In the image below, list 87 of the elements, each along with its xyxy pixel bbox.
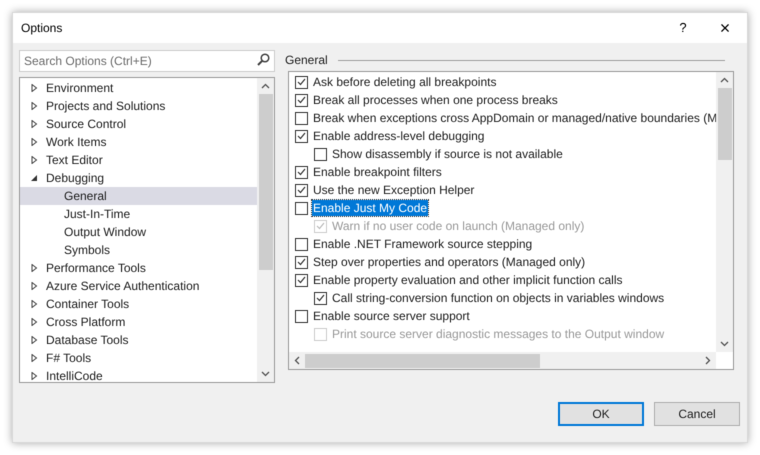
option-label: Enable source server support <box>312 308 471 324</box>
scroll-left-icon[interactable] <box>294 356 300 365</box>
scroll-down-icon[interactable] <box>720 341 729 347</box>
option-label: Break all processes when one process breaks <box>312 92 559 108</box>
scroll-down-icon[interactable] <box>261 371 270 377</box>
tree-item[interactable]: Cross Platform <box>20 313 257 331</box>
option-label: Show disassembly if source is not available <box>331 146 564 162</box>
checkbox[interactable] <box>295 274 308 286</box>
collapsed-arrow-icon[interactable] <box>30 264 38 272</box>
checkbox[interactable] <box>295 76 308 88</box>
checkbox[interactable] <box>295 166 308 178</box>
checkbox[interactable] <box>295 310 308 322</box>
collapsed-arrow-icon[interactable] <box>30 120 38 128</box>
option-label: Enable property evaluation and other implicit function calls <box>312 272 624 288</box>
checkmark-icon <box>297 78 306 86</box>
checkmark-icon <box>316 222 325 230</box>
checkmark-icon <box>297 168 306 176</box>
ok-button[interactable]: OK <box>558 402 644 426</box>
scrollbar-thumb[interactable] <box>718 88 732 160</box>
checkbox[interactable] <box>295 238 308 250</box>
collapsed-arrow-icon[interactable] <box>30 138 38 146</box>
checkbox[interactable] <box>295 184 308 196</box>
scroll-up-icon[interactable] <box>720 77 729 83</box>
horizontal-scrollbar[interactable] <box>289 352 716 369</box>
tree-item[interactable]: Container Tools <box>20 295 257 313</box>
option-label: Enable .NET Framework source stepping <box>312 236 534 252</box>
tree-item[interactable]: Text Editor <box>20 151 257 169</box>
tree-item[interactable]: General <box>20 187 257 205</box>
checkbox[interactable] <box>295 112 308 124</box>
collapsed-arrow-icon[interactable] <box>30 354 38 362</box>
tree-item[interactable]: Database Tools <box>20 331 257 349</box>
option-label: Call string-conversion function on objects in variables windows <box>331 290 666 306</box>
checkmark-icon <box>297 96 306 104</box>
checkmark-icon <box>297 132 306 140</box>
checkbox[interactable] <box>314 148 327 160</box>
option-label: Step over properties and operators (Managed only) <box>312 254 586 270</box>
tree-item[interactable]: Debugging <box>20 169 257 187</box>
search-field[interactable]: Search Options (Ctrl+E) <box>19 50 275 72</box>
option-label: Enable Just My Code <box>312 200 428 216</box>
tree-item[interactable]: Work Items <box>20 133 257 151</box>
checkbox[interactable] <box>295 202 308 214</box>
help-button[interactable]: ? <box>663 13 703 43</box>
close-button[interactable]: × <box>703 13 747 43</box>
checkbox[interactable] <box>295 130 308 142</box>
checkbox[interactable] <box>295 94 308 106</box>
tree-item[interactable]: IntelliCode <box>20 367 257 382</box>
checkbox[interactable] <box>295 256 308 268</box>
option-label: Warn if no user code on launch (Managed only) <box>331 218 586 234</box>
scroll-right-icon[interactable] <box>705 356 711 365</box>
option-label: Enable breakpoint filters <box>312 164 443 180</box>
tree-item[interactable]: Performance Tools <box>20 259 257 277</box>
checkmark-icon <box>297 186 306 194</box>
option-label: Ask before deleting all breakpoints <box>312 74 498 90</box>
tree-item[interactable]: Projects and Solutions <box>20 97 257 115</box>
tree-item[interactable]: Just-In-Time <box>20 205 257 223</box>
tree-item[interactable]: Azure Service Authentication <box>20 277 257 295</box>
section-title: General <box>285 52 328 69</box>
collapsed-arrow-icon[interactable] <box>30 282 38 290</box>
checkbox[interactable] <box>314 292 327 304</box>
tree-item[interactable]: Source Control <box>20 115 257 133</box>
window-title: Options <box>21 20 62 37</box>
collapsed-arrow-icon[interactable] <box>30 84 38 92</box>
collapsed-arrow-icon[interactable] <box>30 318 38 326</box>
collapsed-arrow-icon[interactable] <box>30 102 38 110</box>
tree-item[interactable]: Output Window <box>20 223 257 241</box>
checkmark-icon <box>297 258 306 266</box>
vertical-scrollbar[interactable] <box>716 72 733 352</box>
checkmark-icon <box>297 276 306 284</box>
tree-item[interactable]: Symbols <box>20 241 257 259</box>
option-label: Break when exceptions cross AppDomain or managed/native boundaries (M <box>312 110 716 126</box>
tree-item[interactable]: Environment <box>20 79 257 97</box>
collapsed-arrow-icon[interactable] <box>30 300 38 308</box>
cancel-button[interactable]: Cancel <box>654 402 740 426</box>
option-label: Use the new Exception Helper <box>312 182 476 198</box>
scrollbar-thumb[interactable] <box>258 94 272 270</box>
option-label: Print source server diagnostic messages to the Output window <box>331 326 666 342</box>
collapsed-arrow-icon[interactable] <box>30 336 38 344</box>
tree-item[interactable]: F# Tools <box>20 349 257 367</box>
checkmark-icon <box>316 294 325 302</box>
scroll-up-icon[interactable] <box>261 83 270 89</box>
vertical-scrollbar[interactable] <box>257 78 274 382</box>
option-label: Enable address-level debugging <box>312 128 486 144</box>
search-icon[interactable] <box>257 53 270 66</box>
expanded-arrow-icon[interactable] <box>30 174 38 182</box>
collapsed-arrow-icon[interactable] <box>30 156 38 164</box>
collapsed-arrow-icon[interactable] <box>30 372 38 380</box>
scrollbar-thumb[interactable] <box>305 354 540 368</box>
